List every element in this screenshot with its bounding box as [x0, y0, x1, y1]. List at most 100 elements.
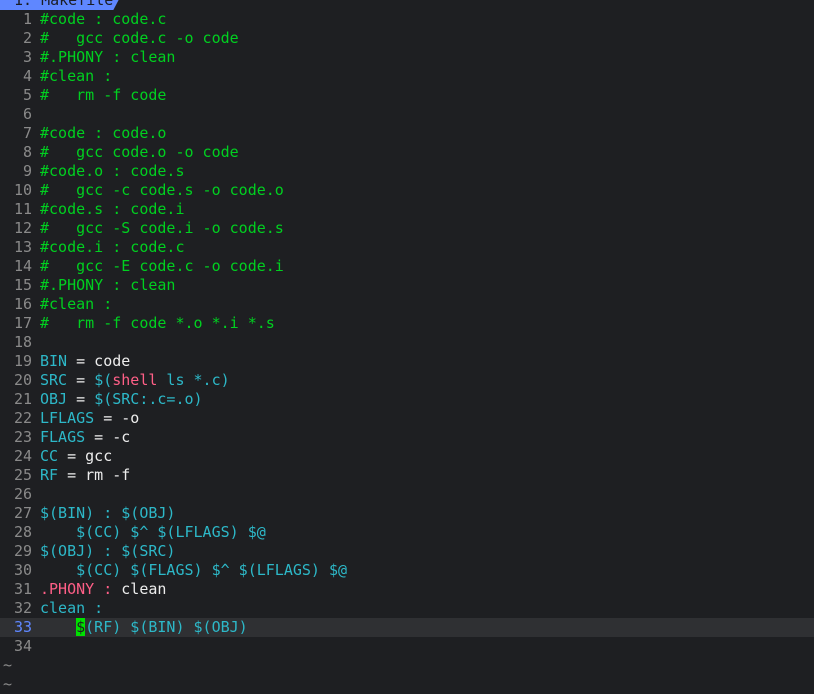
code-line[interactable]: 7 #code : code.o — [0, 124, 814, 143]
code-line[interactable]: 5 # rm -f code — [0, 86, 814, 105]
line-number: 10 — [13, 181, 32, 199]
code-line[interactable]: 14 # gcc -E code.c -o code.i — [0, 257, 814, 276]
line-number: 28 — [13, 523, 32, 541]
code-token: = rm -f — [58, 466, 131, 484]
code-token: shell — [112, 371, 158, 389]
code-token: # gcc -c code.s -o code.o — [40, 181, 284, 199]
code-line[interactable]: 31 .PHONY : clean — [0, 580, 814, 599]
code-token: $(CC) $(FLAGS) $^ $(LFLAGS) $@ — [40, 561, 348, 579]
code-line[interactable]: 4 #clean : — [0, 67, 814, 86]
line-number: 8 — [22, 143, 32, 161]
code-token: clean — [121, 580, 167, 598]
line-number: 24 — [13, 447, 32, 465]
code-token: .PHONY : — [40, 580, 122, 598]
code-line[interactable]: 25 RF = rm -f — [0, 466, 814, 485]
line-code: #.PHONY : clean — [40, 276, 175, 295]
code-line[interactable]: 8 # gcc code.o -o code — [0, 143, 814, 162]
code-line[interactable]: 27 $(BIN) : $(OBJ) — [0, 504, 814, 523]
code-token: BIN — [40, 352, 68, 370]
code-line[interactable]: 21 OBJ = $(SRC:.c=.o) — [0, 390, 814, 409]
code-line[interactable]: 17 # rm -f code *.o *.i *.s — [0, 314, 814, 333]
code-token: #clean : — [40, 295, 113, 313]
editor-buffer[interactable]: 1 #code : code.c 2 # gcc code.c -o code 3 #.P… — [0, 10, 814, 656]
line-code: # gcc -E code.c -o code.i — [40, 257, 284, 276]
code-token: OBJ — [40, 390, 68, 408]
code-token: # rm -f code — [40, 86, 167, 104]
line-number: 17 — [13, 314, 32, 332]
code-line[interactable]: 16 #clean : — [0, 295, 814, 314]
empty-line-marker: ~ — [3, 656, 13, 674]
line-number: 2 — [22, 29, 32, 47]
line-code: clean : — [40, 599, 103, 618]
code-line[interactable]: 32 clean : — [0, 599, 814, 618]
line-code: #code : code.o — [40, 124, 166, 143]
line-number: 4 — [22, 67, 32, 85]
code-line[interactable]: 29 $(OBJ) : $(SRC) — [0, 542, 814, 561]
line-number: 31 — [13, 580, 32, 598]
code-line[interactable]: 30 $(CC) $(FLAGS) $^ $(LFLAGS) $@ — [0, 561, 814, 580]
line-number: 11 — [13, 200, 32, 218]
code-token: FLAGS — [40, 428, 86, 446]
code-token: #code.i : code.c — [40, 238, 185, 256]
line-code: RF = rm -f — [40, 466, 130, 485]
code-token: #code : code.o — [40, 124, 167, 142]
code-line[interactable]: 13 #code.i : code.c — [0, 238, 814, 257]
code-token: # rm -f code *.o *.i *.s — [40, 314, 275, 332]
line-number: 5 — [22, 86, 32, 104]
line-number: 27 — [13, 504, 32, 522]
code-line[interactable]: 15 #.PHONY : clean — [0, 276, 814, 295]
line-number: 19 — [13, 352, 32, 370]
line-code: #code.s : code.i — [40, 200, 185, 219]
code-token: CC — [40, 447, 59, 465]
line-code: $(OBJ) : $(SRC) — [40, 542, 175, 561]
code-line[interactable]: 1 #code : code.c — [0, 10, 814, 29]
code-token: #.PHONY : clean — [40, 48, 176, 66]
code-token: = -c — [85, 428, 131, 446]
code-token: = -o — [94, 409, 140, 427]
tabline: 1. Makefile — [0, 0, 814, 10]
line-code: #code : code.c — [40, 10, 166, 29]
line-number: 32 — [13, 599, 32, 617]
line-code: CC = gcc — [40, 447, 112, 466]
code-token: $(BIN) : $(OBJ) — [40, 504, 176, 522]
code-line[interactable]: 10 # gcc -c code.s -o code.o — [0, 181, 814, 200]
line-number: 33 — [13, 618, 32, 636]
line-number: 6 — [22, 105, 32, 123]
line-code: #code.i : code.c — [40, 238, 185, 257]
code-token: # gcc -E code.c -o code.i — [40, 257, 284, 275]
code-line[interactable]: 34 — [0, 637, 814, 656]
code-line[interactable]: 24 CC = gcc — [0, 447, 814, 466]
code-line[interactable]: 9 #code.o : code.s — [0, 162, 814, 181]
line-code: LFLAGS = -o — [40, 409, 139, 428]
code-line[interactable]: 20 SRC = $(shell ls *.c) — [0, 371, 814, 390]
line-number: 29 — [13, 542, 32, 560]
tab-makefile[interactable]: 1. Makefile — [0, 0, 123, 10]
line-code: $(BIN) : $(OBJ) — [40, 504, 175, 523]
code-token: = — [67, 371, 95, 389]
line-number: 3 — [22, 48, 32, 66]
code-token: $(OBJ) : $(SRC) — [40, 542, 176, 560]
code-line[interactable]: 19 BIN = code — [0, 352, 814, 371]
code-line[interactable]: 11 #code.s : code.i — [0, 200, 814, 219]
code-line[interactable]: 23 FLAGS = -c — [0, 428, 814, 447]
code-token: clean : — [40, 599, 104, 617]
code-token: = code — [67, 352, 131, 370]
code-token: #code.s : code.i — [40, 200, 185, 218]
code-line[interactable]: 26 — [0, 485, 814, 504]
code-token: # gcc code.o -o code — [40, 143, 239, 161]
line-code: $(CC) $(FLAGS) $^ $(LFLAGS) $@ — [40, 561, 347, 580]
line-number: 21 — [13, 390, 32, 408]
code-line[interactable]: 28 $(CC) $^ $(LFLAGS) $@ — [0, 523, 814, 542]
code-line[interactable]: 12 # gcc -S code.i -o code.s — [0, 219, 814, 238]
code-line[interactable]: 18 — [0, 333, 814, 352]
code-line[interactable]: 22 LFLAGS = -o — [0, 409, 814, 428]
current-line[interactable]: 33 $(RF) $(BIN) $(OBJ) — [0, 618, 814, 637]
code-line[interactable]: 3 #.PHONY : clean — [0, 48, 814, 67]
code-line[interactable]: 2 # gcc code.c -o code — [0, 29, 814, 48]
line-code: #.PHONY : clean — [40, 48, 175, 67]
line-number: 16 — [13, 295, 32, 313]
line-code: # gcc code.c -o code — [40, 29, 239, 48]
line-number: 14 — [13, 257, 32, 275]
code-token: $(SRC:.c=.o) — [94, 390, 203, 408]
code-line[interactable]: 6 — [0, 105, 814, 124]
